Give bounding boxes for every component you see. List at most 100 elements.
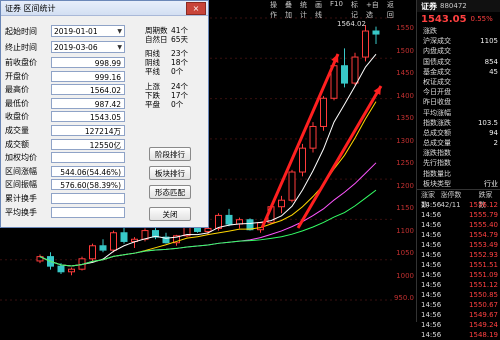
tab-up-count[interactable]: 涨家数	[421, 190, 440, 209]
tab-limit-up[interactable]: 涨停数42/11	[440, 190, 478, 209]
quote-row: 内盘成交	[417, 46, 500, 56]
price-row: 1543.05 0.55%	[417, 12, 500, 26]
count-label: 平盘	[145, 100, 160, 109]
menu-item[interactable]: 操作	[270, 0, 277, 19]
count-value: 23个	[171, 49, 189, 58]
tick-time: 14:56	[421, 231, 442, 239]
count-value: 18个	[171, 58, 189, 67]
tick-price: 1554.79	[469, 231, 498, 239]
menu-item[interactable]: 标记	[351, 0, 358, 19]
change-percent: 0.55%	[470, 15, 493, 23]
quote-label: 沪深成交	[423, 37, 451, 46]
tick-price: 1550.85	[469, 291, 498, 299]
tick-time: 14:56	[421, 261, 442, 269]
stat-value-field	[51, 206, 125, 218]
tick-price: 1556.12	[469, 201, 498, 209]
stat-row: 区间振幅 576.60(58.39%)	[5, 179, 125, 191]
tick-price: 1550.67	[469, 301, 498, 309]
stage-ranking-button[interactable]: 阶段排行	[149, 147, 191, 161]
breadth-tabs: 涨家数 涨停数42/11 跌家数	[417, 189, 500, 209]
dialog-title: 证券 区间统计	[1, 1, 208, 16]
chevron-down-icon[interactable]: ▼	[117, 44, 122, 51]
count-label: 上涨	[145, 82, 160, 91]
tick-row: 14:56 1549.67	[417, 310, 500, 320]
count-label: 周期数	[145, 26, 168, 35]
quote-row: 国债成交 854	[417, 57, 500, 67]
annotation-arrow	[296, 85, 383, 229]
tick-price: 1555.40	[469, 221, 498, 229]
price-tick-label: 1100	[396, 226, 414, 235]
candle-body	[362, 30, 369, 58]
count-stat: 平线 0个	[145, 67, 183, 76]
close-icon[interactable]: ×	[186, 2, 206, 15]
count-label: 阳线	[145, 49, 160, 58]
quote-value: 行业	[484, 179, 498, 188]
stat-label: 最低价	[5, 98, 29, 108]
stat-label: 区间涨幅	[5, 166, 37, 176]
count-label: 平线	[145, 67, 160, 76]
candle-body	[110, 232, 117, 251]
tick-time: 14:56	[421, 201, 442, 209]
sector-ranking-button[interactable]: 板块排行	[149, 166, 191, 180]
stat-value-field: 127214万	[51, 125, 125, 136]
tick-price: 1553.49	[469, 241, 498, 249]
candle-body	[57, 265, 65, 273]
candle-body	[278, 199, 285, 208]
menu-item[interactable]: F10	[330, 0, 343, 10]
stat-value-field: 544.06(54.46%)	[51, 165, 125, 177]
start-time-row: 起始时间 2019-01-01 ▼	[5, 25, 125, 37]
stat-row: 成交额 12550亿	[5, 138, 125, 150]
candle-body	[288, 171, 296, 201]
tick-time: 14:56	[421, 331, 442, 339]
quote-label: 指数量比	[423, 169, 451, 178]
quote-fields: 涨跌 沪深成交 1105 内盘成交 国债成交 854 基金成交 45 权证成交 今日开盘 昨日收盘平…	[417, 26, 500, 189]
end-date-picker[interactable]: 2019-03-06 ▼	[51, 41, 125, 53]
chevron-down-icon[interactable]: ▼	[117, 28, 122, 35]
candle-body	[320, 97, 327, 127]
stat-value-field: 999.16	[51, 70, 125, 82]
start-date-value: 2019-01-01	[54, 26, 98, 36]
candle-body	[246, 219, 254, 231]
quote-label: 权证成交	[423, 77, 451, 86]
menu-item[interactable]: 画线	[315, 0, 322, 19]
stat-row: 最高价 1564.02	[5, 84, 125, 96]
quote-row: 先行指数	[417, 158, 500, 168]
quote-value: 2	[493, 139, 498, 148]
price-tick-label: 1000	[396, 271, 414, 280]
stat-value-field: 12550亿	[51, 138, 125, 150]
price-tick-label: 1050	[396, 249, 414, 257]
tab-down-count[interactable]: 跌家数	[479, 190, 498, 209]
start-date-picker[interactable]: 2019-01-01 ▼	[51, 25, 125, 37]
quote-panel: 证券 880472 1543.05 0.55% 涨跌 沪深成交 1105 内盘成交 国债…	[416, 0, 500, 339]
candle-body	[309, 125, 317, 149]
count-label: 下跌	[145, 91, 160, 100]
menu-item[interactable]: +自选	[366, 0, 379, 19]
price-tick-label: 1150	[396, 204, 414, 212]
tick-time: 14:56	[421, 311, 442, 319]
quote-value: 854	[484, 57, 498, 66]
stat-label: 成交量	[5, 126, 29, 135]
tick-row: 14:56 1551.12	[417, 280, 500, 290]
tick-list[interactable]: 14:56 1556.12 14:56 1555.79 14:56 1555.40 14:5…	[417, 200, 500, 340]
stat-row: 收盘价 1543.05	[5, 111, 125, 123]
tick-time: 14:56	[421, 211, 442, 219]
menu-item[interactable]: 统计	[300, 0, 307, 19]
stat-row: 前收盘价 998.99	[5, 57, 125, 68]
stat-row: 区间涨幅 544.06(54.46%)	[5, 165, 125, 177]
stat-label: 成交额	[5, 139, 29, 149]
quote-row: 总成交额 94	[417, 128, 500, 138]
pattern-match-button[interactable]: 形态匹配	[149, 185, 191, 199]
price-tick-label: 1350	[396, 114, 414, 122]
close-button[interactable]: 关闭	[149, 207, 191, 221]
tick-row: 14:56 1553.49	[417, 240, 500, 250]
stat-row: 累计换手	[5, 193, 125, 204]
menu-item[interactable]: 叠加	[285, 0, 292, 19]
quote-label: 基金成交	[423, 67, 451, 76]
tick-row: 14:56 1551.09	[417, 270, 500, 280]
stat-label: 平均换手	[5, 207, 37, 217]
quote-value: 94	[489, 128, 498, 137]
count-value: 0个	[171, 67, 184, 76]
price-tick-label: 1500	[396, 46, 414, 55]
count-value: 17个	[171, 91, 189, 100]
stat-label: 前收盘价	[5, 58, 37, 67]
